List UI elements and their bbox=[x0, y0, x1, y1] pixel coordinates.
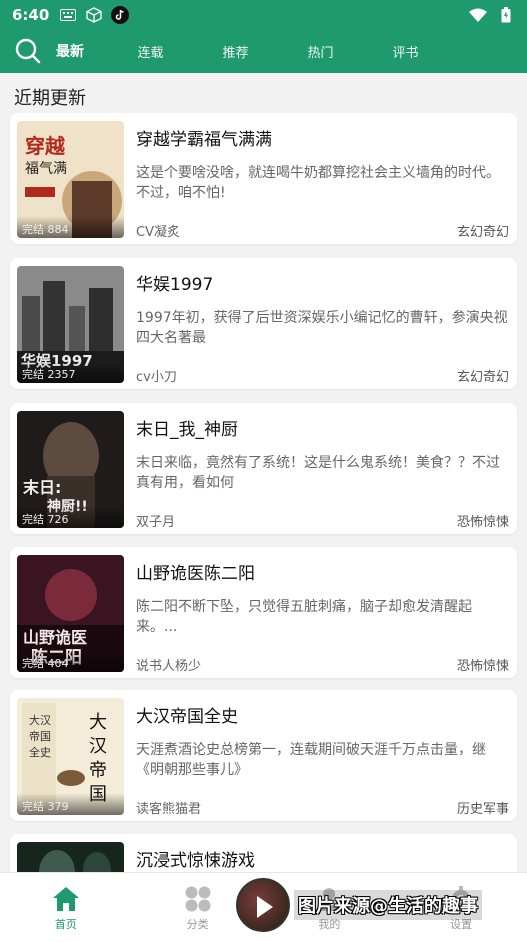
book-cover: 山野诡医 陈二阳 完结 404 bbox=[17, 555, 124, 672]
tab-home[interactable]: 首页 bbox=[0, 873, 132, 942]
book-genre: 历史军事 bbox=[456, 802, 509, 817]
book-author: 双子月 bbox=[136, 515, 176, 530]
book-title: 大汉帝国全史 bbox=[136, 707, 238, 727]
tab-storytelling[interactable]: 评书 bbox=[363, 42, 448, 61]
book-title: 沉浸式惊悚游戏 bbox=[136, 851, 255, 871]
book-author: CV凝炙 bbox=[136, 225, 180, 240]
book-genre: 玄幻奇幻 bbox=[456, 370, 509, 385]
svg-text:穿越: 穿越 bbox=[25, 134, 66, 158]
section-title: 近期更新 bbox=[14, 88, 86, 109]
book-genre: 玄幻奇幻 bbox=[456, 225, 509, 240]
tiktok-icon bbox=[111, 5, 130, 24]
book-genre: 恐怖惊悚 bbox=[456, 515, 509, 530]
book-genre: 恐怖惊悚 bbox=[456, 659, 509, 674]
book-title: 末日_我_神厨 bbox=[136, 420, 238, 440]
svg-text:大汉: 大汉 bbox=[29, 713, 51, 727]
cover-badge: 完结 726 bbox=[17, 506, 124, 528]
svg-text:帝: 帝 bbox=[89, 760, 107, 781]
book-card[interactable]: 穿越 福气满 完结 884 穿越学霸福气满满 这是个要啥没啥，就连喝牛奶都算挖社… bbox=[10, 113, 517, 244]
top-nav: 最新 连载 推荐 热门 评书 bbox=[0, 29, 527, 73]
tab-home-label: 首页 bbox=[54, 918, 77, 931]
book-card[interactable]: 末日: 神厨!! 完结 726 末日_我_神厨 末日来临，竟然有了系统！这是什么… bbox=[10, 403, 517, 534]
book-title: 穿越学霸福气满满 bbox=[136, 130, 272, 150]
home-icon bbox=[52, 887, 79, 911]
cover-badge: 完结 379 bbox=[17, 793, 124, 815]
svg-text:末日:: 末日: bbox=[23, 478, 61, 497]
svg-text:汉: 汉 bbox=[89, 736, 107, 757]
play-icon bbox=[257, 896, 273, 918]
book-cover: 穿越 福气满 完结 884 bbox=[17, 121, 124, 238]
status-time: 6:40 bbox=[12, 5, 50, 24]
cube-icon bbox=[85, 6, 103, 24]
nav-tabs: 最新 连载 推荐 热门 评书 bbox=[56, 41, 448, 61]
search-button[interactable] bbox=[0, 29, 56, 73]
battery-icon bbox=[497, 6, 515, 24]
tab-popular[interactable]: 热门 bbox=[278, 42, 363, 61]
tab-latest[interactable]: 最新 bbox=[56, 41, 108, 61]
svg-text:帝国: 帝国 bbox=[29, 729, 51, 743]
book-desc: 1997年初，获得了后世资深娱乐小编记忆的曹轩，参演央视四大名著最 bbox=[136, 310, 508, 346]
book-card[interactable]: 华娱1997 完结 2357 华娱1997 1997年初，获得了后世资深娱乐小编… bbox=[10, 258, 517, 389]
tab-serial[interactable]: 连载 bbox=[108, 42, 193, 61]
svg-text:全史: 全史 bbox=[29, 745, 51, 759]
book-desc: 天涯煮酒论史总榜第一，连载期间破天涯千万点击量，继《明朝那些事儿》 bbox=[136, 742, 486, 778]
cover-badge: 完结 404 bbox=[17, 650, 124, 672]
svg-text:山野诡医: 山野诡医 bbox=[23, 628, 87, 647]
svg-text:福气满: 福气满 bbox=[25, 161, 67, 177]
book-cover: 华娱1997 完结 2357 bbox=[17, 266, 124, 383]
book-title: 山野诡医陈二阳 bbox=[136, 564, 255, 584]
book-title: 华娱1997 bbox=[136, 275, 214, 295]
book-card[interactable]: 山野诡医 陈二阳 完结 404 山野诡医陈二阳 陈二阳不断下坠，只觉得五脏刺痛，… bbox=[10, 547, 517, 678]
book-desc: 末日来临，竟然有了系统！这是什么鬼系统！美食？？不过真有用，看如何 bbox=[136, 455, 500, 491]
search-icon bbox=[15, 38, 41, 64]
category-icon bbox=[185, 886, 211, 912]
svg-text:大: 大 bbox=[89, 712, 107, 733]
book-author: 读客熊猫君 bbox=[136, 802, 202, 817]
tab-recommend[interactable]: 推荐 bbox=[193, 42, 278, 61]
book-cover: 末日: 神厨!! 完结 726 bbox=[17, 411, 124, 528]
book-card[interactable]: 大汉 帝国 全史 大 汉 帝 国 完结 379 大汉帝国全史 天涯煮酒论史总榜第… bbox=[10, 690, 517, 821]
status-bar: 6:40 bbox=[0, 0, 527, 29]
book-cover: 大汉 帝国 全史 大 汉 帝 国 完结 379 bbox=[17, 698, 124, 815]
book-desc: 陈二阳不断下坠，只觉得五脏刺痛，脑子却愈发清醒起来。... bbox=[136, 599, 472, 635]
book-desc: 这是个要啥没啥，就连喝牛奶都算挖社会主义墙角的时代。不过，咱不怕! bbox=[136, 165, 500, 201]
book-author: 说书人杨少 bbox=[136, 659, 202, 674]
book-author: cv小刀 bbox=[136, 370, 177, 385]
cover-badge: 完结 2357 bbox=[17, 361, 124, 383]
keyboard-icon bbox=[59, 6, 77, 24]
watermark-avatar bbox=[236, 878, 290, 932]
wifi-icon bbox=[469, 6, 487, 24]
cover-badge: 完结 884 bbox=[17, 216, 124, 238]
watermark-overlay: 图片来源@生活的趣事 bbox=[236, 878, 482, 932]
watermark-text: 图片来源@生活的趣事 bbox=[294, 890, 482, 920]
tab-category-label: 分类 bbox=[186, 918, 209, 931]
